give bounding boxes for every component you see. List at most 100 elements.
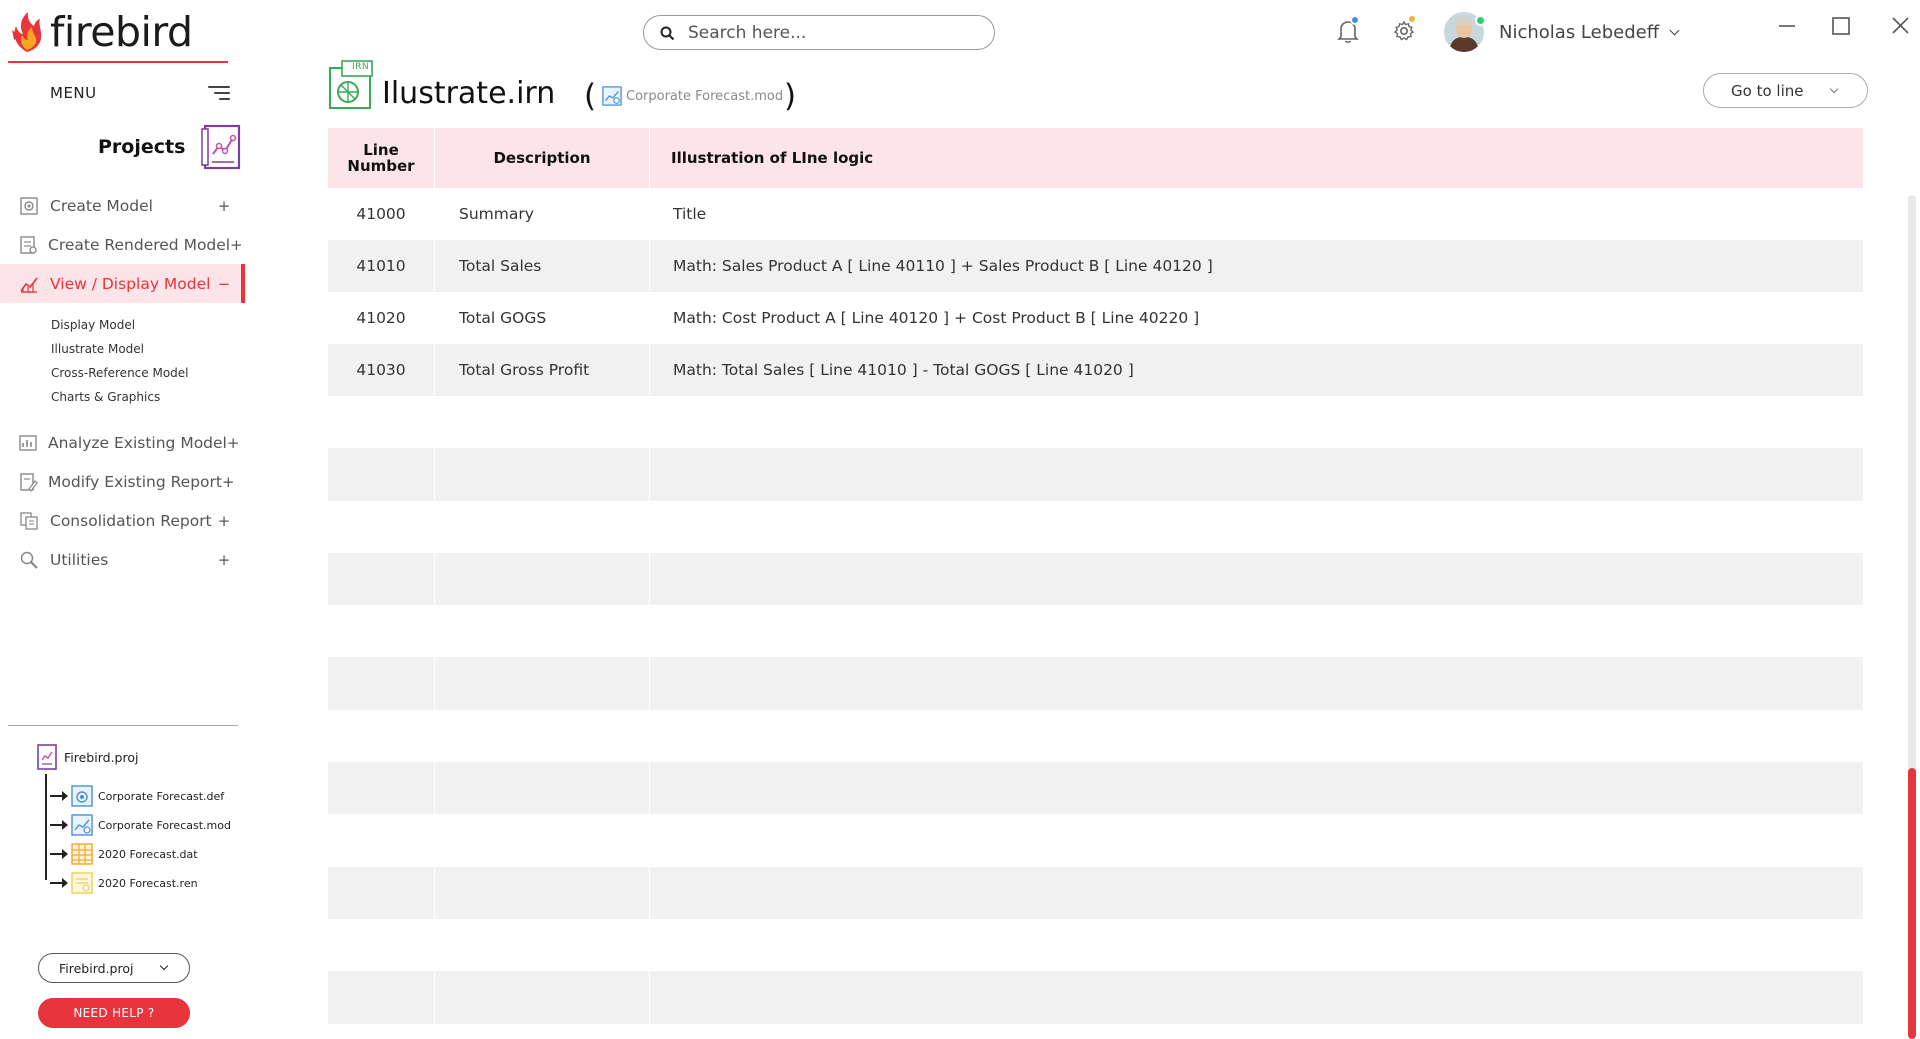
nav-create-rendered-model[interactable]: Create Rendered Model +: [0, 225, 245, 264]
maximize-button[interactable]: [1826, 12, 1856, 40]
doc-badge: IRN: [352, 62, 370, 72]
tree-item[interactable]: 2020 Forecast.dat: [45, 842, 198, 866]
sidebar-divider: [8, 725, 238, 726]
empty-row: [328, 814, 1863, 867]
firebird-logo[interactable]: firebird: [8, 8, 193, 56]
description-cell: Total GOGS: [435, 292, 650, 344]
rendered-model-icon: [18, 234, 38, 256]
need-help-button[interactable]: NEED HELP ?: [38, 998, 190, 1028]
page-title: Ilustrate.irn: [382, 76, 556, 111]
tree-item[interactable]: Corporate Forecast.def: [45, 784, 224, 808]
table-row[interactable]: 41010 Total Sales Math: Sales Product A …: [328, 240, 1863, 292]
user-name: Nicholas Lebedeff: [1499, 21, 1660, 43]
search-icon: [660, 26, 675, 41]
column-header-description[interactable]: Description: [435, 128, 650, 188]
utilities-icon: [18, 549, 40, 571]
illustration-table: Line Number Description Illustration of …: [328, 128, 1863, 1024]
line-number-cell: 41000: [328, 188, 435, 240]
modify-report-icon: [18, 471, 38, 493]
mod-file-icon: [71, 814, 93, 836]
empty-row: [328, 448, 1863, 501]
search-box[interactable]: [643, 15, 995, 50]
subnav-charts-graphics[interactable]: Charts & Graphics: [51, 385, 245, 409]
chevron-down-icon: [1829, 84, 1839, 94]
view-display-submenu: Display Model Illustrate Model Cross-Ref…: [0, 303, 245, 423]
nav-utilities[interactable]: Utilities +: [0, 540, 245, 579]
projects-header: Projects: [98, 124, 243, 170]
nav-label: Create Rendered Model: [48, 235, 231, 254]
tree-item-label: Corporate Forecast.def: [98, 789, 225, 803]
subnav-display-model[interactable]: Display Model: [51, 313, 245, 337]
go-to-line-dropdown[interactable]: Go to line: [1703, 73, 1868, 108]
nav-analyze-existing-model[interactable]: Analyze Existing Model +: [0, 423, 245, 462]
line-number-cell: 41010: [328, 240, 435, 292]
sidebar-nav: Create Model + Create Rendered Model + V…: [0, 186, 245, 579]
expand-toggle[interactable]: +: [217, 551, 231, 569]
nav-label: Modify Existing Report: [48, 472, 222, 491]
logo-divider: [8, 61, 228, 63]
projects-label: Projects: [98, 136, 186, 158]
hamburger-menu-icon[interactable]: [208, 86, 230, 100]
model-reference-label: Corporate Forecast.mod: [626, 88, 784, 104]
tree-arrow-icon: [50, 849, 68, 859]
menu-header: MENU: [50, 84, 230, 102]
scrollbar-thumb[interactable]: [1908, 768, 1916, 1039]
firebird-flame-icon: [12, 12, 42, 52]
paren-close: ): [784, 78, 797, 114]
settings-dot: [1407, 14, 1417, 24]
project-select-value: Firebird.proj: [59, 960, 134, 976]
expand-toggle[interactable]: +: [227, 434, 240, 452]
model-gear-icon: [18, 195, 40, 217]
logic-cell: Title: [673, 205, 707, 223]
maximize-icon: [1832, 17, 1850, 35]
minimize-button[interactable]: [1772, 12, 1802, 40]
dat-file-icon: [71, 843, 93, 865]
expand-toggle[interactable]: +: [217, 512, 231, 530]
sidebar: firebird MENU Projects Create Model + Cr…: [0, 0, 245, 1039]
empty-row: [328, 657, 1863, 710]
column-header-logic[interactable]: Illustration of LIne logic: [650, 128, 1863, 188]
expand-toggle[interactable]: +: [230, 236, 243, 254]
tree-arrow-icon: [50, 878, 68, 888]
logic-cell: Math: Total Sales [ Line 41010 ] - Total…: [673, 361, 1134, 379]
expand-toggle[interactable]: +: [217, 197, 231, 215]
mod-file-icon: [602, 86, 622, 106]
close-button[interactable]: [1885, 12, 1915, 40]
nav-label: View / Display Model: [50, 274, 211, 293]
tree-item-label: 2020 Forecast.dat: [98, 847, 198, 861]
logo-text: firebird: [50, 8, 193, 56]
column-header-line-number[interactable]: Line Number: [328, 128, 435, 188]
project-file-icon: [37, 744, 57, 770]
table-row[interactable]: 41030 Total Gross Profit Math: Total Sal…: [328, 344, 1863, 396]
empty-row: [328, 605, 1863, 658]
tree-item[interactable]: Corporate Forecast.mod: [45, 813, 231, 837]
table-row[interactable]: 41000 Summary Title: [328, 188, 1863, 240]
model-reference[interactable]: Corporate Forecast.mod: [602, 86, 783, 106]
settings-gear[interactable]: [1393, 14, 1417, 46]
nav-label: Analyze Existing Model: [48, 433, 227, 452]
nav-view-display-model[interactable]: View / Display Model −: [0, 264, 245, 303]
subnav-illustrate-model[interactable]: Illustrate Model: [51, 337, 245, 361]
logic-cell: Math: Sales Product A [ Line 40110 ] + S…: [673, 257, 1213, 275]
def-file-icon: [71, 785, 93, 807]
line-number-cell: 41020: [328, 292, 435, 344]
notifications-bell[interactable]: [1336, 15, 1360, 48]
tree-item[interactable]: 2020 Forecast.ren: [45, 871, 198, 895]
expand-toggle[interactable]: +: [222, 473, 235, 491]
collapse-toggle[interactable]: −: [217, 275, 231, 293]
online-status-dot: [1475, 15, 1486, 26]
search-input[interactable]: [688, 22, 978, 43]
subnav-cross-reference-model[interactable]: Cross-Reference Model: [51, 361, 245, 385]
nav-create-model[interactable]: Create Model +: [0, 186, 245, 225]
notification-dot: [1350, 15, 1360, 25]
tree-item-label: Corporate Forecast.mod: [98, 818, 231, 832]
empty-row: [328, 762, 1863, 815]
tree-root[interactable]: Firebird.proj: [36, 744, 138, 770]
project-select[interactable]: Firebird.proj: [38, 953, 190, 983]
tree-arrow-icon: [50, 791, 68, 801]
table-row[interactable]: 41020 Total GOGS Math: Cost Product A [ …: [328, 292, 1863, 344]
close-icon: [1892, 17, 1909, 34]
nav-consolidation-report[interactable]: Consolidation Report +: [0, 501, 245, 540]
project-chart-icon[interactable]: [201, 124, 243, 170]
nav-modify-existing-report[interactable]: Modify Existing Report +: [0, 462, 245, 501]
